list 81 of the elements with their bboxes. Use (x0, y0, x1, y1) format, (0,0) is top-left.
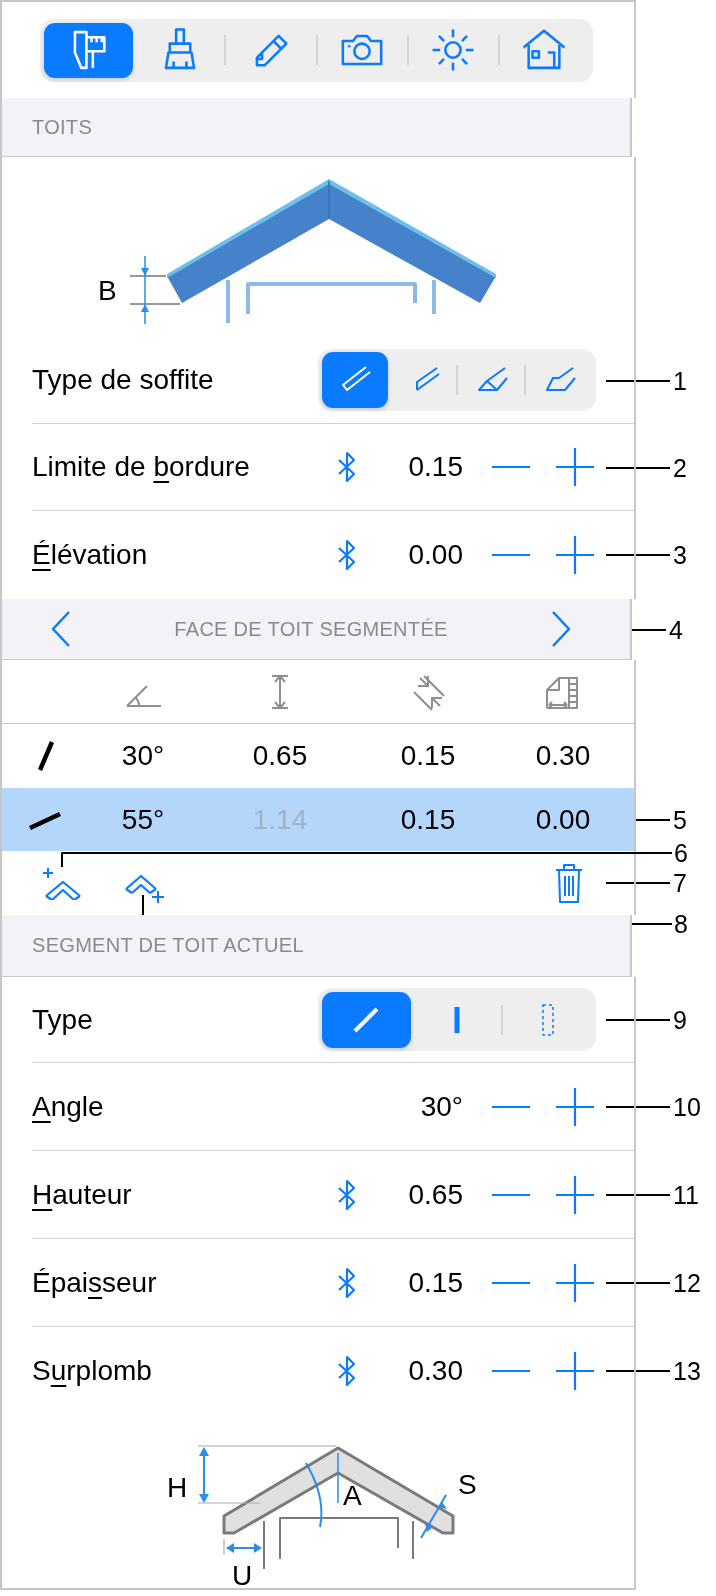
field-value: 30° (419, 1090, 463, 1123)
table-cell: 0.30 (535, 740, 591, 772)
leader-line (606, 1370, 670, 1372)
plus-icon (555, 1262, 595, 1303)
field-label: Type de soffite (32, 364, 215, 396)
dimension-label: B (98, 275, 117, 306)
dimension-arrow (420, 1494, 447, 1539)
dimension-label: S (458, 1469, 477, 1500)
leader-line (606, 554, 670, 556)
dimension-label: A (343, 1480, 362, 1511)
callout-number: 12 (673, 1269, 701, 1297)
callout-number: 10 (673, 1093, 701, 1121)
dimension-label: U (232, 1560, 253, 1589)
callout-number: 9 (673, 1006, 687, 1034)
field-label: Élévation (32, 539, 149, 571)
section-header: FACE DE TOIT SEGMENTÉE (173, 617, 449, 641)
callout-number: 4 (669, 615, 683, 644)
chevron-right-icon (550, 609, 572, 649)
callout-number: 1 (673, 366, 687, 395)
table-cell: 30° (121, 740, 165, 772)
minus-icon (491, 1280, 531, 1285)
tool-tab[interactable] (44, 22, 134, 78)
leader-line (606, 1194, 670, 1196)
vertical-bar-icon (453, 1004, 461, 1035)
field-label: Hauteur (32, 1178, 133, 1211)
field-value: 0.65 (407, 1178, 463, 1211)
callout-number: 5 (673, 805, 687, 834)
plus-icon (555, 1351, 595, 1391)
increment-button[interactable] (554, 1261, 596, 1304)
minus-icon (491, 1192, 531, 1197)
type-option[interactable] (322, 991, 411, 1048)
minus-icon (491, 1104, 531, 1109)
increment-button[interactable] (554, 1085, 596, 1128)
field-label: Surplomb (32, 1355, 153, 1387)
leader-line (606, 379, 670, 382)
chevron-left-icon (50, 609, 72, 649)
callout-number: 3 (673, 541, 687, 569)
field-label: Épaisseur (32, 1266, 158, 1299)
leader-line (606, 466, 670, 469)
callout-number: 13 (673, 1357, 701, 1385)
slash-icon (352, 1005, 381, 1034)
field-value: 0.30 (407, 1355, 463, 1387)
increment-button[interactable] (554, 446, 596, 488)
section-header: TOITS (32, 115, 93, 139)
leader-line (606, 1106, 670, 1108)
dimension-arrow (129, 255, 181, 325)
soffit-option[interactable] (322, 352, 388, 408)
field-value: 0.00 (407, 539, 463, 571)
plus-icon (555, 1174, 595, 1215)
minus-icon (491, 1369, 531, 1373)
callout-number: 6 (674, 839, 688, 867)
callout-number: 11 (673, 1181, 699, 1209)
table-cell: 0.00 (535, 803, 591, 836)
dimension-arrow (223, 1538, 262, 1556)
dimension-label: H (167, 1472, 188, 1503)
callout-number: 2 (673, 453, 687, 482)
plus-icon (555, 447, 595, 487)
section-header: SEGMENT DE TOIT ACTUEL (32, 934, 304, 957)
table-cell: 0.15 (400, 803, 456, 836)
table-cell: 55° (121, 803, 165, 836)
field-value: 0.15 (407, 1266, 463, 1299)
minus-icon (491, 465, 531, 469)
table-row[interactable]: 30° 0.65 0.15 0.30 (2, 724, 634, 788)
leader-line (606, 882, 670, 884)
field-label: Type (32, 1003, 94, 1036)
field-label: Limite de bordure (32, 451, 251, 483)
callout-number: 7 (673, 869, 687, 897)
plus-icon (555, 535, 595, 575)
minus-icon (491, 553, 531, 557)
increment-button[interactable] (554, 1173, 596, 1216)
plus-icon (555, 1086, 595, 1127)
increment-button[interactable] (554, 1350, 596, 1392)
increment-button[interactable] (554, 534, 596, 576)
table-cell: 0.65 (252, 740, 308, 772)
field-value: 0.15 (407, 451, 463, 483)
callout-number: 8 (674, 910, 688, 938)
leader-line (606, 1282, 670, 1284)
leader-line (606, 1019, 670, 1021)
field-label: Angle (32, 1090, 105, 1123)
dashed-rectangle-icon (540, 1002, 555, 1037)
table-cell: 0.15 (400, 740, 456, 772)
